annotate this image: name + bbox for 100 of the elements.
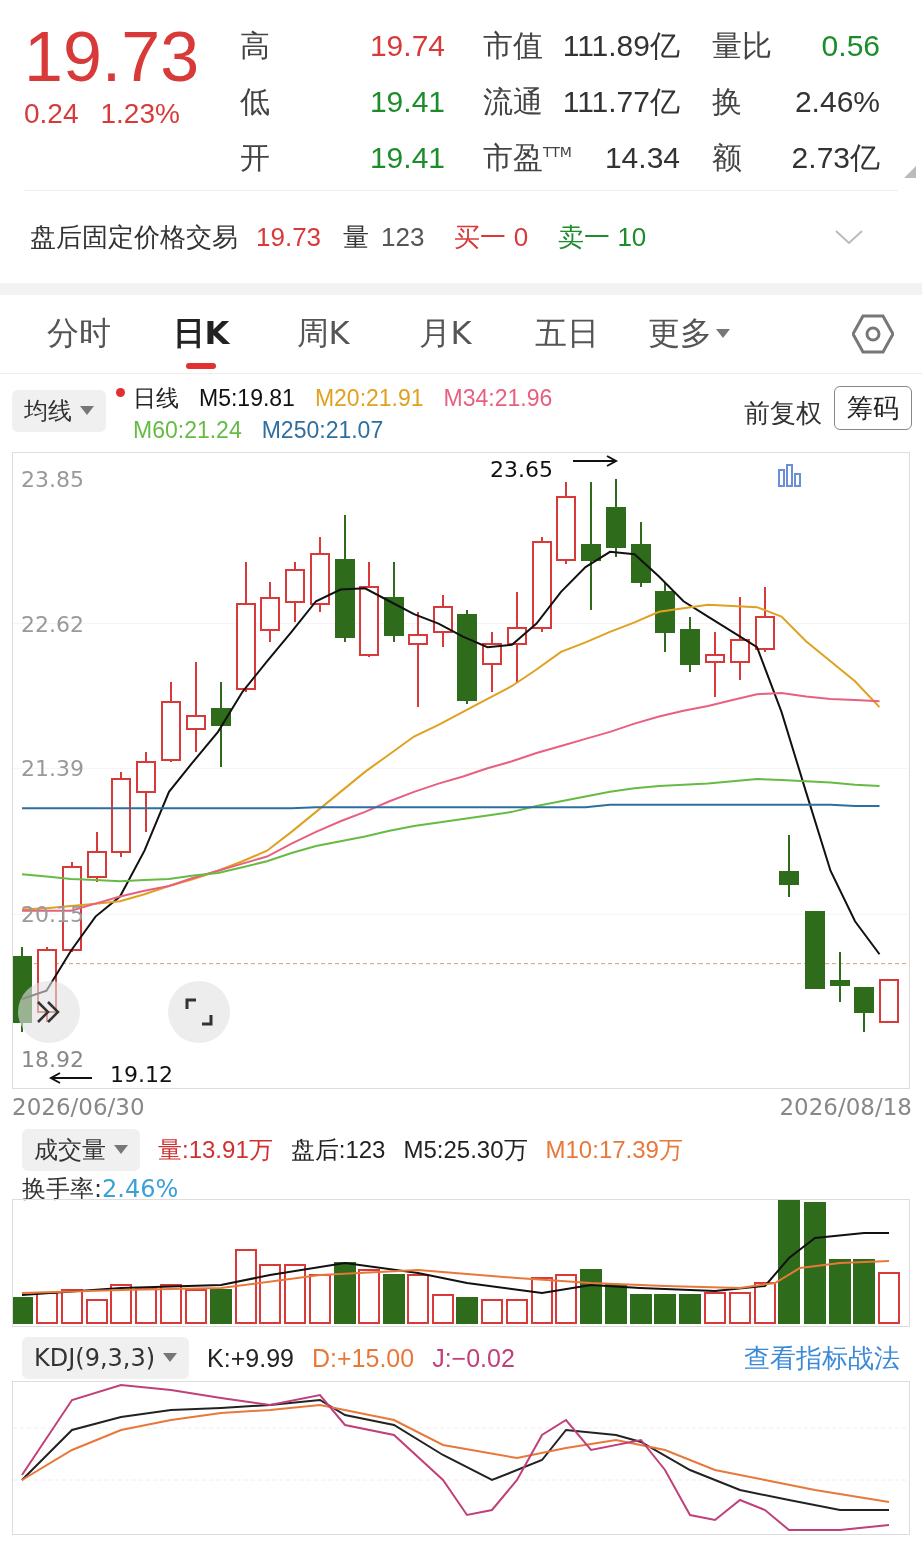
volume-bar (829, 1259, 851, 1324)
candlestick (631, 521, 651, 588)
candlestick (482, 631, 502, 693)
volume-bar (506, 1299, 528, 1324)
candlestick (830, 951, 850, 1003)
chart-tab[interactable]: 月K (384, 295, 506, 373)
volume-bar (407, 1274, 429, 1324)
caret-icon (80, 406, 94, 416)
chips-button[interactable]: 筹码 (834, 386, 912, 430)
stat-value: 14.34 (604, 141, 680, 175)
indicator-selector[interactable]: 成交量 (22, 1129, 140, 1171)
stat-label: 流通 (483, 82, 543, 121)
stat-label: 开 (240, 138, 271, 177)
stat-label: 市值 (483, 26, 543, 65)
moving-average-value: M250:21.07 (261, 416, 384, 445)
after-hours-title: 盘后固定价格交易 (30, 220, 238, 254)
volume-bar (630, 1294, 652, 1324)
series-label: 日线 (133, 384, 179, 413)
indicator-selector[interactable]: KDJ(9,3,3) (22, 1337, 190, 1379)
stat-value: 19.41 (368, 141, 445, 175)
volume-bar (284, 1264, 306, 1324)
volume-bar (309, 1274, 331, 1324)
kdj-value: J:−0.02 (432, 1343, 515, 1374)
caret-icon (716, 329, 730, 339)
candlestick (87, 831, 107, 883)
after-hours-volume-label: 量 (343, 220, 370, 254)
bar-chart-icon (778, 464, 801, 487)
after-hours-volume: 123 (381, 221, 425, 253)
candlestick (680, 616, 700, 673)
candlestick (879, 979, 899, 1023)
volume-bar (704, 1292, 726, 1324)
after-hours-price: 19.73 (256, 221, 322, 253)
stat-value: 2.73亿 (791, 139, 880, 176)
stat-label: 换 (712, 82, 742, 121)
price-change: 0.24 (24, 98, 79, 130)
price-change-percent: 1.23% (100, 98, 180, 130)
volume-value: M10:17.39万 (545, 1135, 683, 1165)
volume-bar (729, 1292, 751, 1324)
chart-tab[interactable]: 分时 (18, 295, 140, 373)
stat-label: 量比 (712, 26, 772, 65)
kdj-value: D:+15.00 (312, 1343, 415, 1374)
stat-label: 低 (240, 82, 271, 121)
caret-icon (114, 1145, 128, 1155)
kdj-value: K:+9.99 (207, 1343, 294, 1374)
stat-value: 111.89亿 (562, 27, 680, 64)
volume-bar (605, 1284, 627, 1324)
volume-bar (358, 1269, 380, 1324)
candlestick (854, 987, 874, 1033)
chart-tab[interactable]: 五日 (506, 295, 628, 373)
end-date: 2026/08/18 (779, 1094, 912, 1120)
chart-tab[interactable]: 更多 (628, 295, 750, 373)
price-axis-label: 18.92 (21, 1046, 84, 1072)
stat-value: 2.46% (794, 85, 880, 119)
ask-quote: 卖一 10 (558, 220, 647, 254)
adjustment-label[interactable]: 前复权 (744, 396, 822, 452)
price-axis-label: 21.39 (21, 756, 84, 782)
arrow-icon (572, 455, 619, 467)
volume-bar (531, 1277, 553, 1324)
price-axis-label: 23.85 (21, 466, 84, 492)
start-date: 2026/06/30 (12, 1094, 145, 1120)
turnover-rate: 换手率:2.46% (22, 1174, 180, 1205)
volume-bar (110, 1284, 132, 1324)
volume-bar (160, 1284, 182, 1324)
volume-bar (334, 1262, 356, 1324)
volume-bar (36, 1292, 58, 1324)
volume-bar (432, 1294, 454, 1324)
current-price: 19.73 (24, 18, 201, 96)
chart-tab[interactable]: 日K (140, 295, 262, 373)
chart-tab[interactable]: 周K (262, 295, 384, 373)
moving-average-value: M5:19.81 (199, 384, 295, 413)
high-price-label: 23.65 (490, 457, 553, 482)
moving-average-value: M34:21.96 (443, 384, 553, 413)
volume-bar (853, 1259, 875, 1324)
candlestick (655, 581, 675, 653)
volume-bar (259, 1264, 281, 1324)
volume-value: 量:13.91万 (158, 1135, 273, 1165)
volume-bar (754, 1282, 776, 1324)
volume-bar (580, 1269, 602, 1324)
stat-value: 0.56 (821, 29, 880, 63)
volume-value: 盘后:123 (290, 1135, 386, 1165)
volume-bar (456, 1297, 478, 1324)
volume-value: M5:25.30万 (403, 1135, 528, 1165)
volume-bar (878, 1272, 900, 1324)
stat-label: 高 (240, 26, 271, 65)
volume-bar (383, 1274, 405, 1324)
status-dot (116, 388, 125, 397)
corner-triangle-icon (904, 166, 916, 178)
indicator-strategy-link[interactable]: 查看指标战法 (744, 1340, 900, 1376)
stat-value: 19.74 (368, 29, 445, 63)
settings-icon[interactable] (852, 313, 894, 355)
indicator-selector[interactable]: 均线 (12, 390, 106, 432)
bid-quote: 买一 0 (454, 220, 529, 254)
volume-bar (210, 1289, 232, 1324)
volume-bar (86, 1299, 108, 1324)
stat-label: 市盈$^{TTM}$ (483, 138, 572, 177)
volume-bar (679, 1294, 701, 1324)
candlestick (705, 631, 725, 698)
volume-bar (61, 1289, 83, 1324)
arrow-icon (48, 1072, 93, 1084)
moving-average-value: M20:21.91 (314, 384, 424, 413)
